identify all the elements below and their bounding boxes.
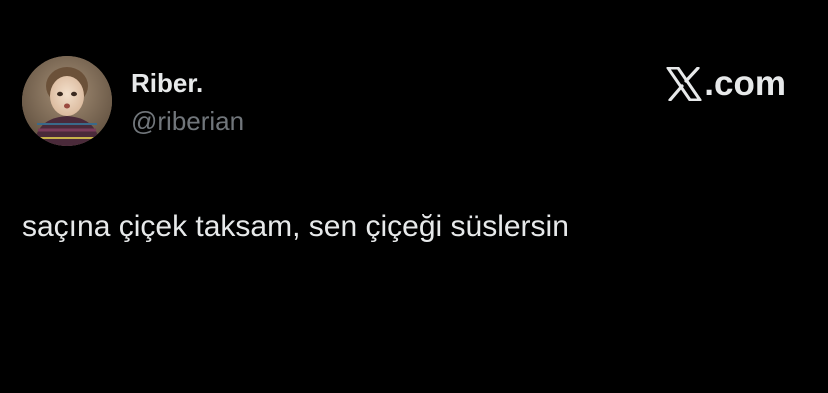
x-logo-icon	[666, 67, 702, 101]
child-portrait-icon	[22, 56, 112, 146]
avatar[interactable]	[22, 56, 112, 146]
tweet-text: saçına çiçek taksam, sen çiçeği süslersi…	[22, 210, 569, 243]
author-handle[interactable]: @riberian	[131, 106, 244, 136]
tweet-card: Riber. @riberian .com saçına çiçek taksa…	[0, 0, 828, 393]
brand-domain-label: .com	[704, 64, 786, 103]
x-brand-logo: .com	[666, 64, 786, 104]
author-display-name[interactable]: Riber.	[131, 68, 203, 98]
